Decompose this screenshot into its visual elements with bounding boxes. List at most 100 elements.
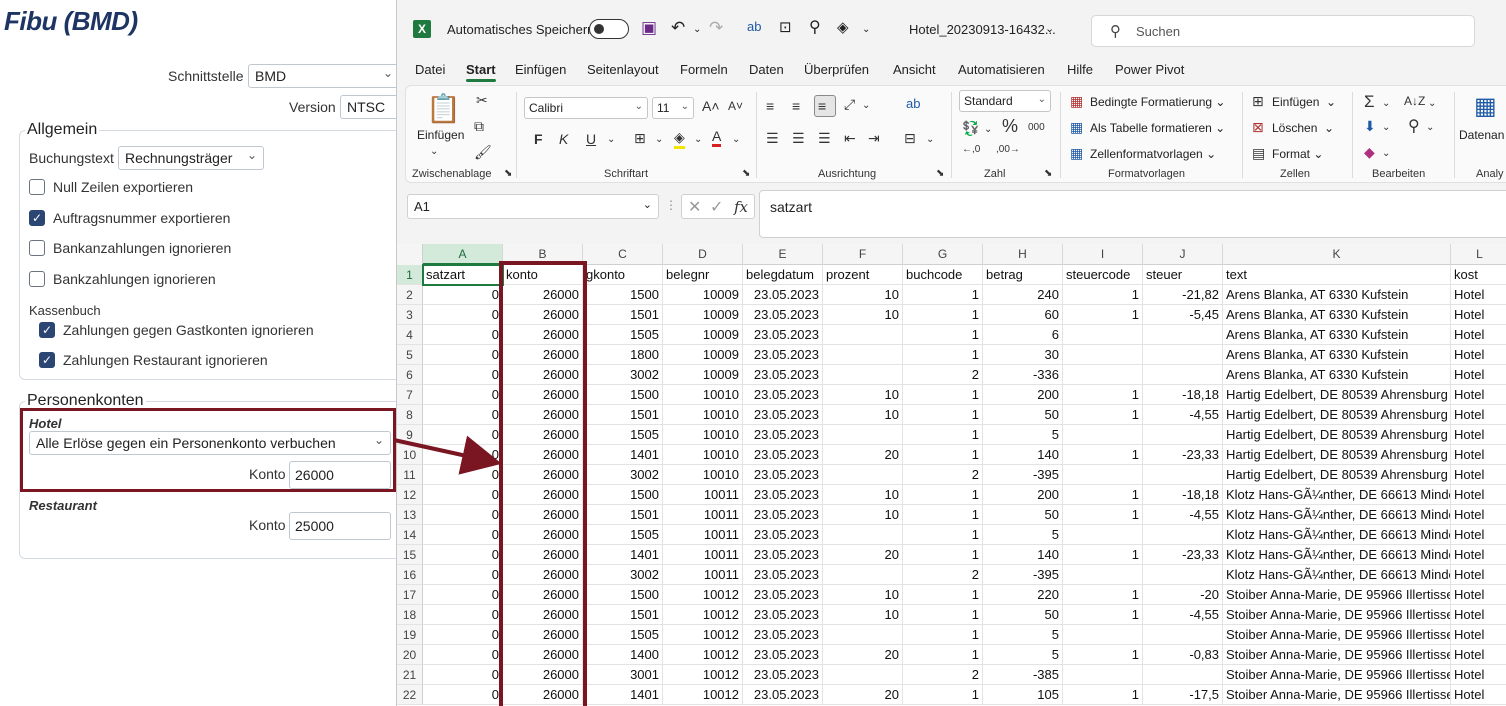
table-cell[interactable]: 5: [983, 625, 1063, 645]
form-icon[interactable]: ⊡: [779, 18, 792, 36]
table-cell[interactable]: 1: [1063, 585, 1143, 605]
row-header[interactable]: 11: [397, 465, 423, 485]
table-cell[interactable]: Arens Blanka, AT 6330 Kufstein: [1223, 345, 1451, 365]
table-cell[interactable]: Stoiber Anna-Marie, DE 95966 Illertissen: [1223, 605, 1451, 625]
header-cell[interactable]: belegnr: [663, 265, 743, 285]
table-cell[interactable]: 200: [983, 485, 1063, 505]
table-cell[interactable]: 10: [823, 305, 903, 325]
row-header[interactable]: 6: [397, 365, 423, 385]
menu-start[interactable]: Start: [466, 62, 496, 82]
table-cell[interactable]: 23.05.2023: [743, 545, 823, 565]
cut-icon[interactable]: ✂: [476, 92, 488, 109]
table-cell[interactable]: 0: [423, 305, 503, 325]
paste-label[interactable]: Einfügen: [417, 128, 464, 142]
table-cell[interactable]: 1: [1063, 305, 1143, 325]
table-cell[interactable]: 0: [423, 625, 503, 645]
table-cell[interactable]: 0: [423, 445, 503, 465]
menu-ueberpruefen[interactable]: Überprüfen: [804, 62, 869, 77]
table-cell[interactable]: -18,18: [1143, 385, 1223, 405]
table-cell[interactable]: 0: [423, 605, 503, 625]
table-cell[interactable]: 1: [903, 625, 983, 645]
table-cell[interactable]: -23,33: [1143, 445, 1223, 465]
checkbox-bankanzahlungen[interactable]: Bankanzahlungen ignorieren: [29, 240, 231, 256]
header-cell[interactable]: steuercode: [1063, 265, 1143, 285]
table-cell[interactable]: 0: [423, 525, 503, 545]
table-cell[interactable]: 1: [903, 305, 983, 325]
table-cell[interactable]: 1: [1063, 545, 1143, 565]
header-cell[interactable]: kost: [1451, 265, 1506, 285]
table-cell[interactable]: 1: [903, 345, 983, 365]
delete-cells-icon[interactable]: ⊠: [1252, 119, 1264, 136]
autosave-toggle[interactable]: [589, 19, 629, 39]
table-cell[interactable]: 10009: [663, 305, 743, 325]
table-cell[interactable]: -4,55: [1143, 605, 1223, 625]
table-cell[interactable]: 1: [903, 525, 983, 545]
table-cell[interactable]: 1501: [583, 605, 663, 625]
chevron-down-icon[interactable]: ⌄: [984, 124, 992, 135]
table-cell[interactable]: -4,55: [1143, 505, 1223, 525]
table-cell[interactable]: 10: [823, 605, 903, 625]
table-cell[interactable]: 0: [423, 465, 503, 485]
menu-seitenlayout[interactable]: Seitenlayout: [587, 62, 659, 77]
format-cells-icon[interactable]: ▤: [1252, 145, 1265, 162]
table-cell[interactable]: -0,83: [1143, 645, 1223, 665]
row-header[interactable]: 10: [397, 445, 423, 465]
table-cell[interactable]: [823, 625, 903, 645]
wrap-text-icon[interactable]: ab: [906, 96, 920, 111]
conditional-format-icon[interactable]: ▦: [1070, 93, 1083, 110]
table-cell[interactable]: [823, 465, 903, 485]
table-cell[interactable]: Klotz Hans-GÃ¼nther, DE 66613 Minden: [1223, 525, 1451, 545]
table-cell[interactable]: 0: [423, 485, 503, 505]
table-cell[interactable]: 5: [983, 425, 1063, 445]
align-left-icon[interactable]: ☰: [766, 130, 779, 147]
insert-cells-button[interactable]: Einfügen ⌄: [1272, 95, 1336, 109]
dialog-launcher-icon[interactable]: ⬊: [1044, 168, 1052, 179]
table-cell[interactable]: 0: [423, 585, 503, 605]
table-cell[interactable]: 1401: [583, 545, 663, 565]
column-header-d[interactable]: D: [663, 244, 743, 265]
schnittstelle-select[interactable]: BMD ⌄: [248, 64, 400, 88]
checkbox-checked-icon[interactable]: ✓: [39, 352, 55, 368]
table-cell[interactable]: Arens Blanka, AT 6330 Kufstein: [1223, 325, 1451, 345]
table-cell[interactable]: 20: [823, 685, 903, 705]
table-cell[interactable]: Hotel: [1451, 365, 1506, 385]
conditional-format-button[interactable]: Bedingte Formatierung ⌄: [1090, 95, 1225, 109]
table-cell[interactable]: 10011: [663, 485, 743, 505]
table-cell[interactable]: [1143, 365, 1223, 385]
cell-styles-icon[interactable]: ▦: [1070, 145, 1083, 162]
table-cell[interactable]: 105: [983, 685, 1063, 705]
table-cell[interactable]: [823, 325, 903, 345]
table-cell[interactable]: Hotel: [1451, 445, 1506, 465]
chevron-down-icon[interactable]: ⌄: [643, 198, 652, 211]
table-cell[interactable]: 10010: [663, 465, 743, 485]
table-cell[interactable]: 0: [423, 425, 503, 445]
font-color-icon[interactable]: A: [712, 128, 722, 147]
table-cell[interactable]: 23.05.2023: [743, 305, 823, 325]
table-cell[interactable]: 10011: [663, 545, 743, 565]
table-cell[interactable]: Hotel: [1451, 665, 1506, 685]
column-header-e[interactable]: E: [743, 244, 823, 265]
table-cell[interactable]: 10009: [663, 345, 743, 365]
table-cell[interactable]: Hotel: [1451, 405, 1506, 425]
chevron-down-icon[interactable]: ⌄: [430, 146, 438, 157]
format-cells-button[interactable]: Format ⌄: [1272, 147, 1323, 161]
table-cell[interactable]: Klotz Hans-GÃ¼nther, DE 66613 Minden: [1223, 565, 1451, 585]
table-cell[interactable]: 1: [1063, 445, 1143, 465]
table-cell[interactable]: 0: [423, 365, 503, 385]
paste-icon[interactable]: 📋: [426, 92, 461, 125]
table-cell[interactable]: 1: [903, 505, 983, 525]
table-cell[interactable]: Hotel: [1451, 525, 1506, 545]
chevron-down-icon[interactable]: ⌄: [1382, 98, 1390, 109]
table-cell[interactable]: Hotel: [1451, 585, 1506, 605]
spelling-icon[interactable]: ab: [747, 19, 761, 34]
table-cell[interactable]: [1063, 465, 1143, 485]
menu-datei[interactable]: Datei: [415, 62, 445, 77]
table-cell[interactable]: 1: [903, 445, 983, 465]
save-icon[interactable]: ▣: [641, 18, 657, 38]
table-cell[interactable]: -336: [983, 365, 1063, 385]
row-header[interactable]: 1: [397, 265, 423, 285]
table-cell[interactable]: 1800: [583, 345, 663, 365]
row-header[interactable]: 14: [397, 525, 423, 545]
table-cell[interactable]: Klotz Hans-GÃ¼nther, DE 66613 Minden: [1223, 545, 1451, 565]
indent-increase-icon[interactable]: ⇥: [868, 130, 880, 147]
